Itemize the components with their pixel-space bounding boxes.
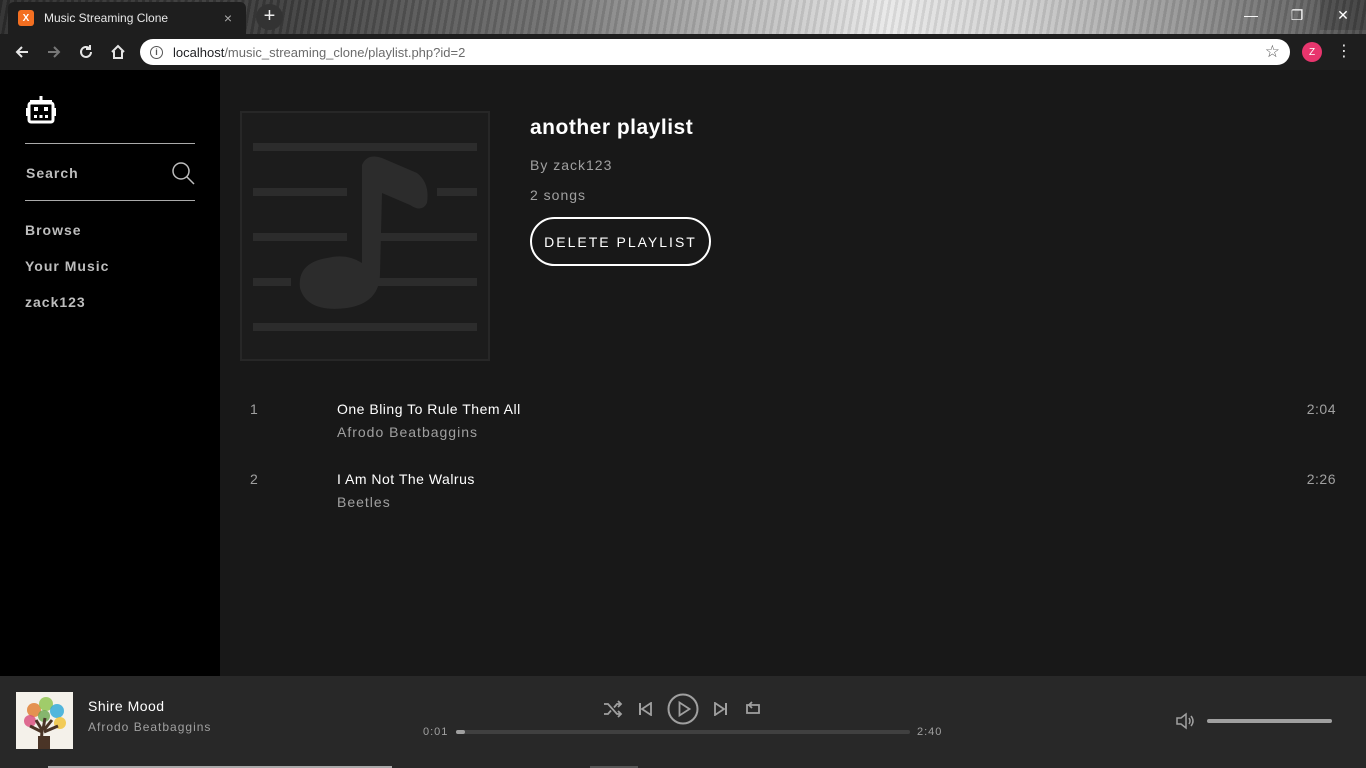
volume-fill [1207, 719, 1332, 723]
site-info-icon[interactable]: i [150, 45, 163, 59]
forward-arrow-icon [48, 46, 61, 58]
address-bar[interactable]: i localhost/music_streaming_clone/playli… [140, 39, 1290, 65]
now-playing-title[interactable]: Shire Mood [88, 698, 165, 714]
browser-titlebar: X Music Streaming Clone × + — ❐ ✕ [0, 0, 1366, 34]
sidebar-item-profile[interactable]: zack123 [25, 294, 86, 310]
browser-tab[interactable]: X Music Streaming Clone × [8, 2, 246, 34]
track-name[interactable]: I Am Not The Walrus [337, 471, 475, 487]
next-icon [714, 702, 727, 716]
track-duration: 2:04 [1306, 401, 1336, 417]
home-button[interactable] [102, 36, 134, 68]
playlist-song-count: 2 songs [530, 187, 587, 203]
track-row[interactable]: 2 I Am Not The Walrus Beetles 2:26 [220, 471, 1366, 531]
browser-menu-icon[interactable]: ⋮ [1336, 40, 1352, 64]
shuffle-button[interactable] [602, 696, 624, 722]
volume-bar[interactable] [1207, 719, 1332, 723]
sidebar-item-your-music[interactable]: Your Music [25, 258, 109, 274]
volume-icon [1176, 712, 1194, 730]
tree-artwork-icon [16, 692, 73, 749]
sidebar-divider [25, 200, 195, 201]
url-text: localhost/music_streaming_clone/playlist… [173, 45, 1265, 60]
profile-avatar[interactable]: Z [1302, 42, 1322, 62]
url-host: localhost [173, 44, 225, 60]
play-icon [667, 693, 699, 725]
track-artist[interactable]: Beetles [337, 494, 391, 510]
reload-icon [80, 45, 92, 58]
url-path: /music_streaming_clone/playlist.php?id=2 [224, 44, 466, 60]
progress-bar[interactable] [456, 730, 910, 734]
robot-logo-icon[interactable] [26, 96, 56, 126]
repeat-icon [746, 701, 760, 714]
bookmark-star-icon[interactable]: ☆ [1265, 42, 1280, 62]
home-icon [111, 44, 125, 59]
total-time: 2:40 [917, 726, 943, 738]
next-button[interactable] [712, 696, 730, 722]
xampp-favicon-icon: X [18, 10, 34, 26]
playlist-title: another playlist [530, 116, 694, 139]
sidebar-divider [25, 143, 195, 144]
playlist-artwork [240, 111, 490, 361]
track-artist[interactable]: Afrodo Beatbaggins [337, 424, 478, 440]
restore-button[interactable]: ❐ [1274, 0, 1320, 30]
sidebar-item-browse[interactable]: Browse [25, 222, 82, 238]
volume-button[interactable] [1174, 708, 1196, 734]
shuffle-icon [604, 700, 623, 718]
track-duration: 2:26 [1306, 471, 1336, 487]
back-arrow-icon [15, 46, 28, 58]
previous-button[interactable] [636, 696, 654, 722]
main-content: another playlist By zack123 2 songs DELE… [220, 70, 1366, 676]
back-button[interactable] [6, 36, 38, 68]
search-icon[interactable] [171, 161, 195, 185]
now-playing-artist[interactable]: Afrodo Beatbaggins [88, 720, 211, 734]
reload-button[interactable] [70, 36, 102, 68]
track-name[interactable]: One Bling To Rule Them All [337, 401, 521, 417]
now-playing-album-art[interactable] [16, 692, 73, 749]
play-button[interactable] [667, 693, 699, 725]
forward-button[interactable] [38, 36, 70, 68]
repeat-button[interactable] [743, 696, 763, 722]
track-number: 1 [250, 401, 258, 417]
track-number: 2 [250, 471, 258, 487]
browser-toolbar: i localhost/music_streaming_clone/playli… [0, 34, 1366, 70]
sidebar: Search Browse Your Music zack123 [0, 70, 220, 676]
track-row[interactable]: 1 One Bling To Rule Them All Afrodo Beat… [220, 401, 1366, 461]
tab-title: Music Streaming Clone [44, 11, 169, 25]
new-tab-button[interactable]: + [256, 4, 283, 30]
current-time: 0:01 [423, 726, 449, 738]
music-note-icon [253, 143, 477, 331]
window-controls: — ❐ ✕ [1228, 0, 1366, 30]
progress-fill [456, 730, 466, 734]
minimize-button[interactable]: — [1228, 0, 1274, 30]
now-playing-bar: Shire Mood Afrodo Beatbaggins 0:01 2:40 [0, 676, 1366, 768]
delete-playlist-button[interactable]: DELETE PLAYLIST [530, 217, 711, 266]
previous-icon [639, 702, 652, 716]
close-window-button[interactable]: ✕ [1320, 0, 1366, 30]
search-label: Search [26, 165, 79, 181]
sidebar-search[interactable]: Search [26, 158, 195, 188]
tab-close-icon[interactable]: × [220, 10, 236, 26]
playlist-owner: By zack123 [530, 157, 613, 173]
